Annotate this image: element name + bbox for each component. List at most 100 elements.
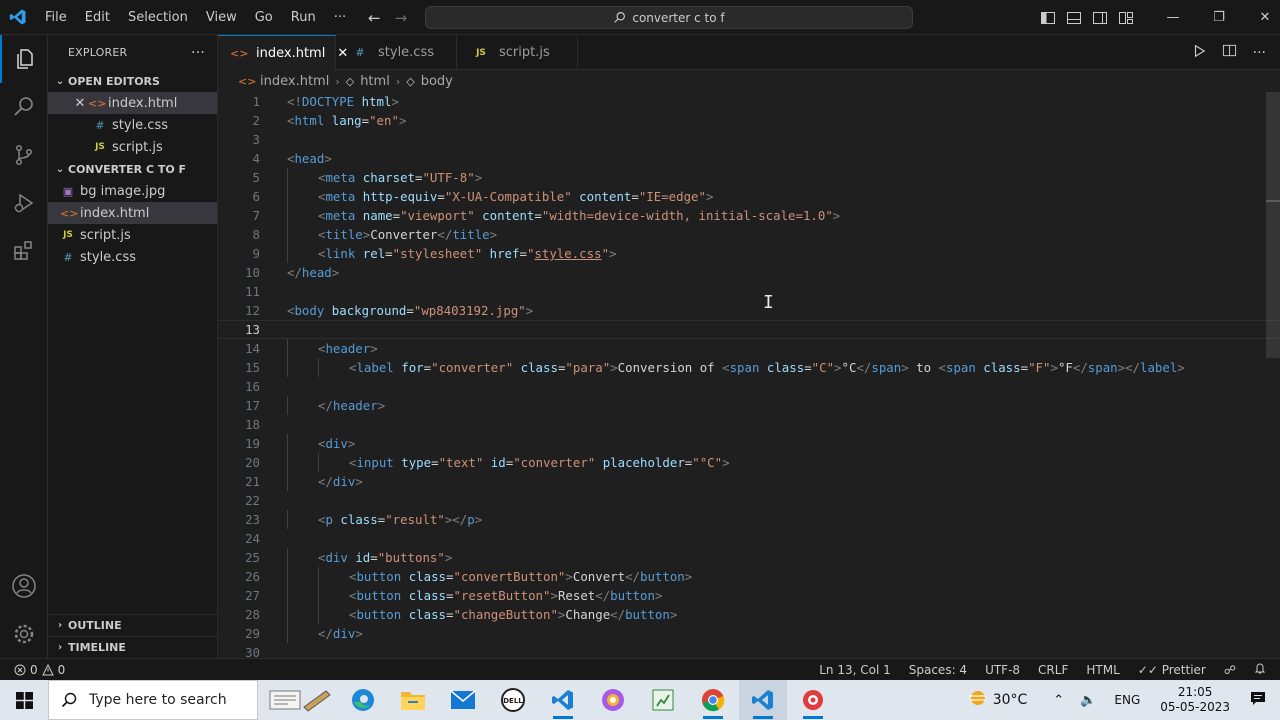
- close-window-icon[interactable]: ✕: [1242, 0, 1280, 35]
- vscode-taskbar-icon[interactable]: [539, 680, 587, 720]
- run-debug-icon[interactable]: [0, 179, 48, 227]
- source-control-icon[interactable]: [0, 131, 48, 179]
- code-line[interactable]: 10 </head>: [218, 263, 1280, 282]
- news-widget-icon[interactable]: [264, 680, 336, 720]
- prettier-status[interactable]: ✓✓ Prettier: [1138, 663, 1206, 677]
- color-app-icon[interactable]: [589, 680, 637, 720]
- code-line[interactable]: 25 <div id="buttons">: [218, 548, 1280, 567]
- notification-center-icon[interactable]: [1240, 690, 1280, 710]
- tab-style-css[interactable]: # style.css: [336, 35, 457, 70]
- open-editor-item[interactable]: # style.css: [48, 114, 217, 136]
- code-line[interactable]: 15 <label for="converter" class="para">Co…: [218, 358, 1280, 377]
- edge-browser-icon[interactable]: [339, 680, 387, 720]
- code-line[interactable]: 17 </header>: [218, 396, 1280, 415]
- vscode-active-window-icon[interactable]: [739, 680, 787, 720]
- minimize-icon[interactable]: —: [1150, 0, 1196, 35]
- code-line[interactable]: 16: [218, 377, 1280, 396]
- menu-more[interactable]: ···: [325, 0, 355, 35]
- code-line[interactable]: 14 <header>: [218, 339, 1280, 358]
- back-arrow-icon[interactable]: ←: [368, 9, 381, 27]
- code-line[interactable]: 20 <input type="text" id="converter" plac…: [218, 453, 1280, 472]
- toggle-panel-icon[interactable]: [1066, 10, 1082, 26]
- forward-arrow-icon[interactable]: →: [395, 9, 408, 27]
- language-mode[interactable]: HTML: [1086, 663, 1119, 677]
- code-editor[interactable]: 30 29 </div> 28 <button class="changeButton"…: [218, 92, 1280, 658]
- encoding[interactable]: UTF-8: [985, 663, 1020, 677]
- input-language[interactable]: ENG: [1104, 693, 1150, 707]
- customize-layout-icon[interactable]: [1118, 10, 1134, 26]
- menu-edit[interactable]: Edit: [76, 0, 119, 35]
- spreadsheet-app-icon[interactable]: [639, 680, 687, 720]
- accounts-icon[interactable]: [0, 562, 48, 610]
- weather-icon[interactable]: [963, 688, 993, 712]
- code-line[interactable]: 18: [218, 415, 1280, 434]
- clock[interactable]: 21:05 05-05-2023: [1150, 685, 1240, 715]
- mail-icon[interactable]: [439, 680, 487, 720]
- feedback-icon[interactable]: ☍: [1224, 663, 1236, 677]
- manage-gear-icon[interactable]: [0, 610, 48, 658]
- menu-run[interactable]: Run: [282, 0, 325, 35]
- code-line[interactable]: 27 <button class="resetButton">Reset</but…: [218, 586, 1280, 605]
- code-line[interactable]: 13: [218, 320, 1280, 339]
- dell-app-icon[interactable]: DELL: [489, 680, 537, 720]
- command-center-search[interactable]: converter c to f: [425, 6, 913, 29]
- code-line[interactable]: 28 <button class="changeButton">Change</b…: [218, 605, 1280, 624]
- code-line[interactable]: 4 <head>: [218, 149, 1280, 168]
- toggle-primary-sidebar-icon[interactable]: [1040, 10, 1056, 26]
- indentation[interactable]: Spaces: 4: [909, 663, 967, 677]
- code-line[interactable]: 30: [218, 643, 1280, 658]
- search-view-icon[interactable]: [0, 83, 48, 131]
- code-line[interactable]: 22: [218, 491, 1280, 510]
- run-icon[interactable]: [1192, 43, 1206, 62]
- code-line[interactable]: 1 <!DOCTYPE html>: [218, 92, 1280, 111]
- tab-script-js[interactable]: JS script.js: [457, 35, 578, 70]
- show-hidden-icons-chevron-icon[interactable]: ⌃: [1045, 693, 1072, 708]
- code-line[interactable]: 23 <p class="result"></p>: [218, 510, 1280, 529]
- code-line[interactable]: 7 <meta name="viewport" content="width=de…: [218, 206, 1280, 225]
- menu-view[interactable]: View: [197, 0, 246, 35]
- windows-start-icon[interactable]: [0, 680, 48, 720]
- menu-go[interactable]: Go: [246, 0, 282, 35]
- notifications-bell-icon[interactable]: [1254, 662, 1266, 677]
- problems-indicator[interactable]: 0 0: [14, 663, 65, 677]
- code-line[interactable]: 2 <html lang="en">: [218, 111, 1280, 130]
- line-endings[interactable]: CRLF: [1038, 663, 1068, 677]
- menu-selection[interactable]: Selection: [119, 0, 197, 35]
- code-line[interactable]: 12 <body background="wp8403192.jpg">: [218, 301, 1280, 320]
- breadcrumb-body[interactable]: body: [421, 74, 453, 89]
- code-line[interactable]: 8 <title>Converter</title>: [218, 225, 1280, 244]
- open-editor-item[interactable]: JS script.js: [48, 136, 217, 158]
- open-editor-item[interactable]: ✕ <> index.html: [48, 92, 217, 114]
- code-line[interactable]: 21 </div>: [218, 472, 1280, 491]
- more-actions-icon[interactable]: ···: [191, 45, 205, 61]
- code-line[interactable]: 9 <link rel="stylesheet" href="style.css"…: [218, 244, 1280, 263]
- outline-section[interactable]: › OUTLINE: [48, 614, 218, 636]
- file-item[interactable]: <> index.html: [48, 202, 217, 224]
- chrome-browser-icon[interactable]: [689, 680, 737, 720]
- file-item[interactable]: JS script.js: [48, 224, 217, 246]
- open-editors-section[interactable]: ⌄ OPEN EDITORS: [48, 70, 217, 92]
- restore-icon[interactable]: ❐: [1196, 0, 1242, 35]
- timeline-section[interactable]: › TIMELINE: [48, 636, 218, 658]
- split-editor-icon[interactable]: [1222, 43, 1237, 62]
- breadcrumb-html[interactable]: html: [360, 74, 390, 89]
- close-icon[interactable]: ✕: [72, 96, 88, 111]
- code-line[interactable]: 26 <button class="convertButton">Convert<…: [218, 567, 1280, 586]
- file-item[interactable]: ▣ bg image.jpg: [48, 180, 217, 202]
- code-line[interactable]: 29 </div>: [218, 624, 1280, 643]
- folder-section[interactable]: ⌄ CONVERTER C TO F: [48, 158, 217, 180]
- volume-icon[interactable]: 🔈: [1072, 693, 1104, 708]
- cursor-position[interactable]: Ln 13, Col 1: [819, 663, 891, 677]
- menu-file[interactable]: File: [36, 0, 76, 35]
- more-actions-icon[interactable]: ···: [1253, 45, 1266, 61]
- code-line[interactable]: 3: [218, 130, 1280, 149]
- extensions-icon[interactable]: [0, 227, 48, 275]
- file-item[interactable]: # style.css: [48, 246, 217, 268]
- breadcrumb-file[interactable]: index.html: [260, 74, 329, 89]
- code-line[interactable]: 24: [218, 529, 1280, 548]
- editor-scrollbar[interactable]: [1266, 92, 1280, 658]
- explorer-icon[interactable]: [0, 35, 48, 83]
- tab-index-html[interactable]: <> index.html ✕: [218, 35, 348, 71]
- scrollbar-thumb[interactable]: [1266, 92, 1280, 358]
- temperature[interactable]: 30°C: [993, 692, 1046, 708]
